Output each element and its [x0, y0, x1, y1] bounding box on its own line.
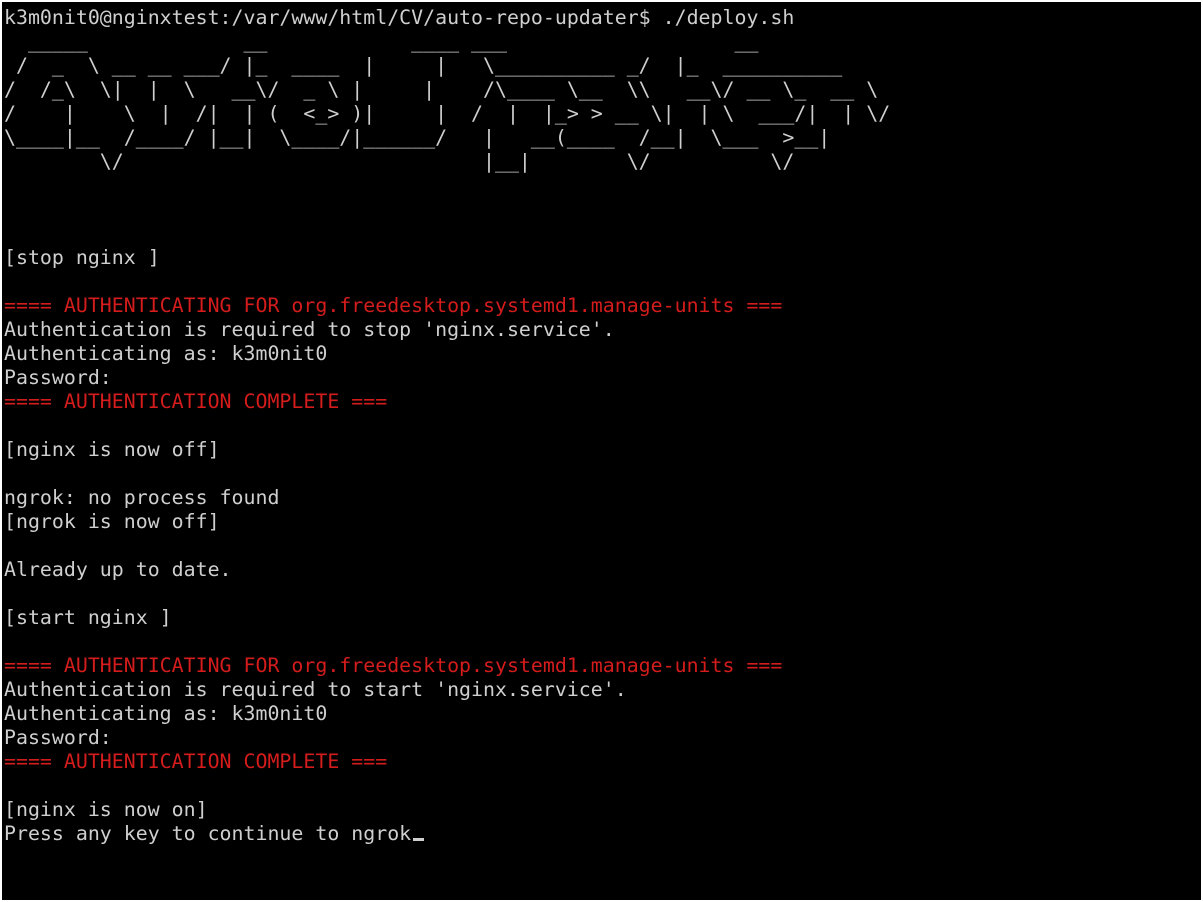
ascii-banner-line: / _ \ __ __ ___/ |_ ____ | | \__________…	[4, 54, 843, 77]
ascii-banner-line: / /_\ \| | \ __\/ _ \ | | /\____ \__ \\ …	[4, 78, 879, 101]
git-status-line: Already up to date.	[4, 558, 232, 581]
ngrok-no-process-line: ngrok: no process found	[4, 486, 280, 509]
terminal-window[interactable]: k3m0nit0@nginxtest:/var/www/html/CV/auto…	[2, 2, 1201, 900]
auth-header-line: ==== AUTHENTICATING FOR org.freedesktop.…	[4, 654, 783, 677]
auth-required-line: Authentication is required to start 'ngi…	[4, 678, 627, 701]
nginx-on-line: [nginx is now on]	[4, 798, 208, 821]
ngrok-off-line: [ngrok is now off]	[4, 510, 220, 533]
password-prompt: Password:	[4, 366, 112, 389]
continue-prompt[interactable]: Press any key to continue to ngrok	[4, 822, 411, 846]
text-cursor	[413, 838, 424, 841]
auth-user-line: Authenticating as: k3m0nit0	[4, 702, 328, 725]
auth-required-line: Authentication is required to stop 'ngin…	[4, 318, 615, 341]
ascii-banner-line: \/ |__| \/ \/	[4, 150, 795, 173]
auth-user-line: Authenticating as: k3m0nit0	[4, 342, 328, 365]
auth-complete-line: ==== AUTHENTICATION COMPLETE ===	[4, 390, 388, 413]
auth-header-line: ==== AUTHENTICATING FOR org.freedesktop.…	[4, 294, 783, 317]
start-nginx-line: [start nginx ]	[4, 606, 172, 629]
shell-prompt-command: k3m0nit0@nginxtest:/var/www/html/CV/auto…	[4, 6, 795, 29]
auth-complete-line: ==== AUTHENTICATION COMPLETE ===	[4, 750, 388, 773]
password-prompt: Password:	[4, 726, 112, 749]
ascii-banner-line: _____ __ ____ ___ __	[4, 30, 759, 53]
ascii-banner-line: / | \ | /| | ( <_> )| | / | |_> > __ \| …	[4, 102, 891, 125]
ascii-banner-line: \____|__ /____/ |__| \____/|______/ | __…	[4, 126, 831, 149]
nginx-off-line: [nginx is now off]	[4, 438, 220, 461]
stop-nginx-line: [stop nginx ]	[4, 246, 160, 269]
